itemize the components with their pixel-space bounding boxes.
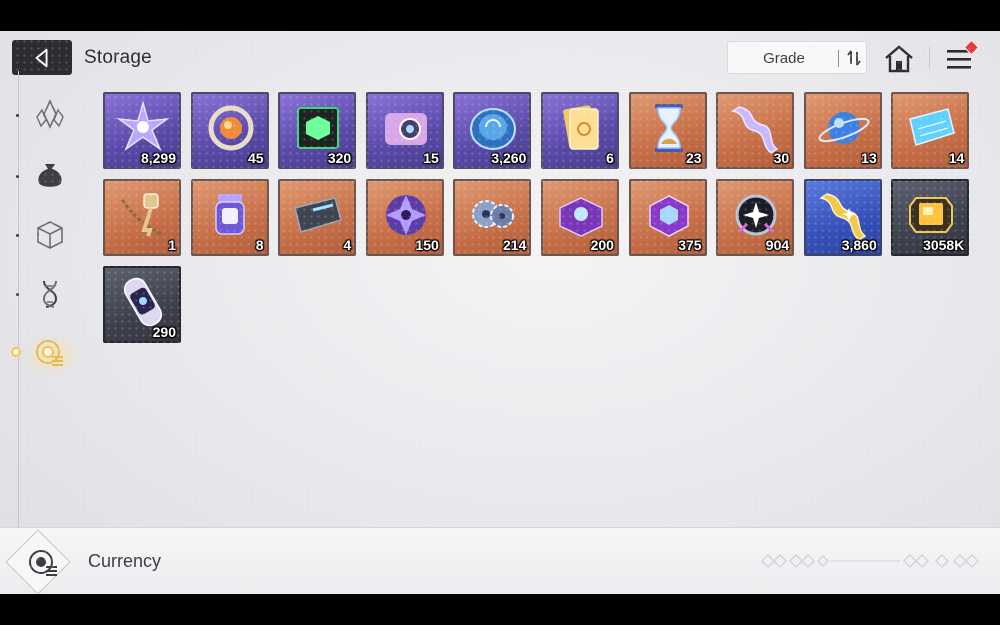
- sort-order-icon[interactable]: [844, 48, 864, 68]
- sidebar-track: [18, 71, 19, 528]
- item-slot[interactable]: 8: [190, 179, 269, 256]
- orb-ring-icon: [208, 105, 254, 151]
- item-slot[interactable]: 320: [278, 92, 357, 169]
- currency-icon: [36, 340, 63, 366]
- item-quantity: 3058K: [923, 237, 965, 253]
- ornament-icon: [761, 554, 979, 568]
- camera-icon: [384, 113, 427, 145]
- item-slot[interactable]: 3058K: [891, 179, 970, 256]
- item-slot[interactable]: 1: [103, 179, 181, 256]
- canister-icon: [214, 194, 245, 235]
- sidebar-item-dna[interactable]: [30, 274, 70, 314]
- item-slot[interactable]: 23: [628, 92, 707, 169]
- item-slot[interactable]: 290: [103, 266, 181, 343]
- item-quantity: 290: [152, 324, 176, 340]
- letterbox-bottom: [0, 594, 1000, 625]
- sidebar-item-pouch[interactable]: [30, 155, 70, 195]
- blueprint-icon: [909, 108, 956, 146]
- sort-label: Grade: [763, 50, 805, 67]
- gears-icon: [472, 200, 515, 228]
- sidebar-tick: [16, 234, 19, 237]
- item-slot[interactable]: 375: [628, 179, 707, 256]
- item-quantity: 13: [861, 150, 877, 166]
- sidebar-item-crystal[interactable]: [30, 95, 70, 135]
- purple-core-icon: [385, 195, 426, 235]
- item-quantity: 15: [423, 150, 439, 166]
- metal-plate-icon: [294, 197, 343, 233]
- item-slot[interactable]: 45: [190, 92, 269, 169]
- ticket-cards-icon: [563, 105, 599, 150]
- purple-box-icon: [648, 195, 689, 237]
- planet-orb-icon: [818, 112, 870, 144]
- key-chain-icon: [120, 193, 163, 237]
- gold-ribbon-icon: [818, 193, 867, 241]
- ribbon-icon: [731, 106, 779, 154]
- item-slot[interactable]: 150: [365, 179, 444, 256]
- header-divider: [929, 47, 930, 69]
- pouch-icon: [38, 164, 62, 187]
- sidebar-item-currency[interactable]: [30, 333, 70, 373]
- currency-icon: [29, 550, 57, 576]
- item-quantity: 23: [685, 150, 702, 166]
- item-quantity: 6: [606, 150, 614, 166]
- item-slot[interactable]: 4: [278, 179, 357, 256]
- active-indicator: [11, 347, 21, 357]
- dark-star-medal-icon: [735, 194, 777, 236]
- item-quantity: 904: [765, 237, 790, 253]
- gold-gem-icon: [909, 197, 954, 233]
- item-quantity: 8: [255, 237, 264, 253]
- dna-icon: [42, 280, 58, 308]
- item-slot[interactable]: 13: [803, 92, 882, 169]
- sort-grade-button[interactable]: Grade: [727, 41, 867, 74]
- item-quantity: 45: [248, 150, 264, 166]
- item-quantity: 4: [343, 237, 352, 253]
- sidebar-tick: [16, 175, 19, 178]
- item-quantity: 14: [948, 150, 965, 166]
- item-quantity: 320: [327, 150, 352, 166]
- item-quantity: 150: [415, 237, 439, 253]
- item-quantity: 375: [678, 237, 702, 253]
- sort-divider: [838, 50, 839, 67]
- item-quantity: 1: [168, 237, 176, 253]
- item-slot[interactable]: 200: [540, 179, 619, 256]
- capsule-icon: [123, 277, 163, 327]
- item-slot[interactable]: 30: [716, 92, 795, 169]
- item-slot[interactable]: 904: [716, 179, 795, 256]
- item-grid: 8,299 45 320 15 3,260 6 23 30 13 14 1 8 …: [103, 92, 973, 343]
- star-shard-icon: [116, 100, 170, 152]
- sidebar-item-cube[interactable]: [30, 215, 70, 255]
- item-quantity: 30: [773, 150, 790, 166]
- item-quantity: 214: [503, 237, 527, 253]
- item-slot[interactable]: 15: [365, 92, 444, 169]
- cube-icon: [37, 221, 63, 249]
- item-slot[interactable]: 6: [540, 92, 619, 169]
- item-slot[interactable]: 3,260: [453, 92, 532, 169]
- item-slot[interactable]: 214: [453, 179, 532, 256]
- item-quantity: 3,860: [841, 237, 877, 253]
- hourglass-icon: [654, 104, 683, 152]
- sidebar-tick: [16, 114, 19, 117]
- category-footer: Currency: [0, 527, 1000, 594]
- page-title: Storage: [84, 47, 152, 68]
- back-button[interactable]: [12, 40, 72, 75]
- letterbox-top: [0, 0, 1000, 31]
- category-label: Currency: [88, 551, 162, 571]
- crystal-icon: [36, 99, 64, 129]
- home-icon[interactable]: [882, 43, 916, 75]
- item-quantity: 3,260: [491, 150, 527, 166]
- item-slot[interactable]: 8,299: [103, 92, 181, 169]
- blue-coin-icon: [470, 108, 517, 150]
- green-cube-icon: [297, 107, 340, 149]
- purple-chest-icon: [559, 197, 603, 237]
- item-quantity: 200: [590, 237, 614, 253]
- item-slot[interactable]: 3,860: [803, 179, 882, 256]
- back-arrow-icon: [35, 48, 48, 67]
- storage-screen: Storage Grade 8,299 45 320 15 3,260 6 23…: [0, 31, 1000, 594]
- sidebar-tick: [16, 293, 19, 296]
- item-quantity: 8,299: [140, 150, 176, 166]
- item-slot[interactable]: 14: [891, 92, 970, 169]
